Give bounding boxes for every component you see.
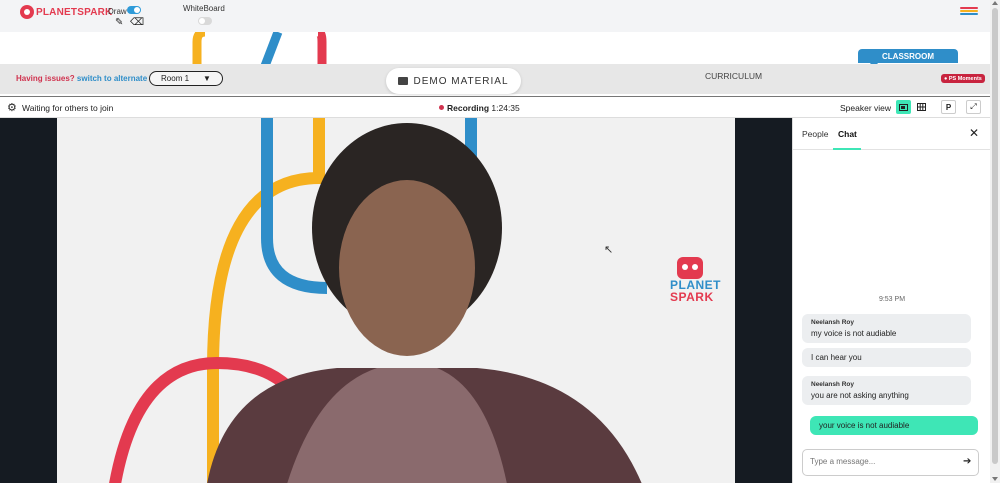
demo-material-button[interactable]: DEMO MATERIAL	[386, 68, 521, 94]
brand-text-line2: SPARK	[670, 290, 714, 304]
chat-message-own: your voice is not audiable	[810, 416, 978, 435]
classroom-tab[interactable]: CLASSROOM	[858, 49, 958, 63]
planetspark-logo: PLANETSPARK	[20, 5, 112, 19]
message-text: you are not asking anything	[811, 391, 909, 400]
chat-timestamp: 9:53 PM	[878, 296, 906, 303]
robot-face-icon	[677, 257, 703, 279]
room-select[interactable]: Room 1 ▼	[149, 71, 223, 86]
meeting-status-bar: ⚙ Waiting for others to join Recording 1…	[0, 97, 990, 118]
message-text: my voice is not audiable	[811, 329, 897, 338]
chat-message: I can hear you	[802, 348, 971, 367]
recording-status: Recording 1:24:35	[447, 103, 520, 113]
grid-view-button[interactable]	[914, 100, 929, 114]
chat-panel: People Chat ✕ 9:53 PM Neelansh Roy my vo…	[792, 118, 991, 483]
waiting-status: Waiting for others to join	[22, 103, 114, 113]
toggle-knob	[134, 7, 140, 13]
menu-icon[interactable]	[960, 7, 978, 17]
tab-people[interactable]: People	[802, 129, 828, 139]
logo-mark-icon	[20, 5, 34, 19]
video-background-graphic	[109, 118, 642, 483]
whiteboard-label: WhiteBoard	[183, 4, 225, 13]
demo-material-label: DEMO MATERIAL	[413, 75, 509, 87]
room-select-value: Room 1	[161, 74, 190, 83]
message-text: I can hear you	[811, 353, 862, 362]
curriculum-tab[interactable]: CURRICULUM	[705, 71, 762, 81]
issues-label: Having issues?	[16, 74, 75, 83]
mouse-cursor-icon: ↖	[604, 244, 614, 256]
planetspark-brand-mark: PLANET SPARK	[670, 257, 721, 304]
gear-icon[interactable]: ⚙	[7, 101, 17, 114]
chat-tabs: People Chat ✕	[793, 118, 991, 150]
eraser-icon[interactable]: ⌫	[130, 17, 144, 28]
top-bar: PLANETSPARK Draw ✎ ⌫ WhiteBoard	[0, 0, 990, 32]
chat-message: Neelansh Roy you are not asking anything	[802, 376, 971, 405]
scrollbar-thumb[interactable]	[992, 8, 998, 464]
p-button[interactable]: P	[941, 100, 956, 114]
message-sender: Neelansh Roy	[811, 319, 854, 326]
expand-icon[interactable]: ⤢	[966, 100, 981, 114]
message-sender: Neelansh Roy	[811, 381, 854, 388]
speaker-video: PLANET SPARK ↖	[57, 118, 735, 483]
toggle-knob	[199, 18, 205, 24]
chat-message: Neelansh Roy my voice is not audiable	[802, 314, 971, 343]
chat-input-box: ➔	[802, 449, 979, 476]
recording-label: Recording	[447, 103, 490, 113]
classroom-bar: Having issues? switch to alternate room …	[0, 64, 990, 94]
menu-line	[960, 13, 978, 15]
tab-chat[interactable]: Chat	[838, 129, 857, 139]
app-root: PLANETSPARK Draw ✎ ⌫ WhiteBoard CLASSROO…	[0, 0, 1000, 483]
menu-line	[960, 10, 978, 12]
ps-moments-button[interactable]: ● PS Moments	[941, 74, 985, 83]
close-icon[interactable]: ✕	[969, 126, 979, 140]
whiteboard-toggle[interactable]	[198, 17, 212, 25]
send-arrow-icon[interactable]: ➔	[963, 456, 971, 467]
active-tab-indicator	[833, 148, 861, 150]
logo-text: PLANETSPARK	[36, 6, 113, 18]
recording-dot-icon	[439, 105, 444, 110]
folder-icon	[398, 77, 409, 85]
ps-moments-label: PS Moments	[948, 75, 982, 82]
speaker-view-button[interactable]	[896, 100, 911, 114]
speaker-view-icon	[899, 103, 908, 111]
message-text: your voice is not audiable	[819, 421, 910, 430]
draw-toggle[interactable]	[127, 6, 141, 14]
chevron-down-icon: ▼	[203, 74, 211, 83]
issues-text: Having issues? switch to alternate room	[16, 74, 169, 83]
speaker-view-label: Speaker view	[840, 103, 892, 113]
recording-time: 1:24:35	[491, 103, 520, 113]
meeting-frame: ⚙ Waiting for others to join Recording 1…	[0, 96, 991, 483]
grid-view-icon	[917, 103, 926, 111]
scroll-down-arrow-icon[interactable]	[992, 477, 998, 481]
message-input[interactable]	[810, 457, 950, 466]
menu-line	[960, 7, 978, 9]
video-stage: PLANET SPARK ↖	[0, 118, 792, 483]
draw-label: Draw	[108, 7, 127, 16]
scroll-up-arrow-icon[interactable]	[992, 1, 998, 5]
pencil-icon[interactable]: ✎	[115, 17, 123, 28]
